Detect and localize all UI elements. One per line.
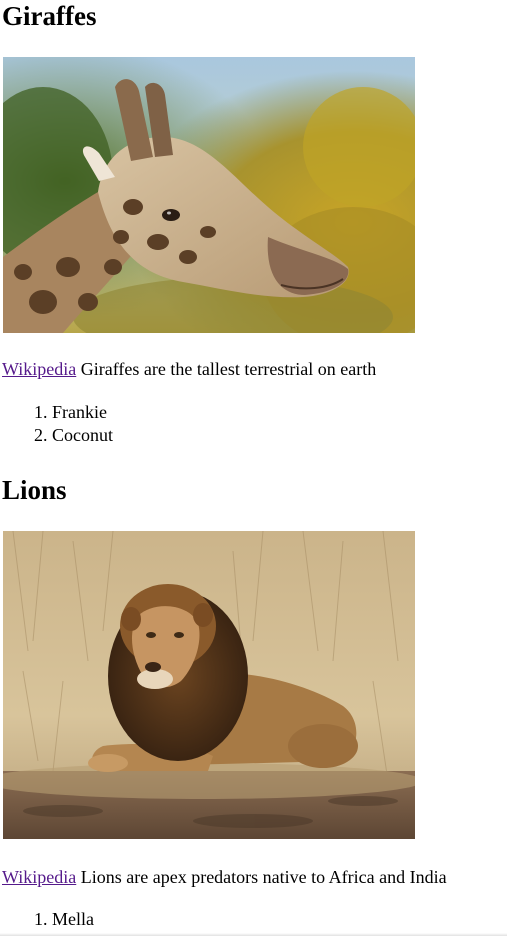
- lions-description-line: Wikipedia Lions are apex predators nativ…: [2, 866, 447, 888]
- giraffe-photo: [3, 57, 415, 333]
- giraffes-name-list: Frankie Coconut: [2, 401, 113, 447]
- giraffes-description: Giraffes are the tallest terrestrial on …: [80, 359, 377, 379]
- list-item: Mella: [52, 908, 94, 931]
- section-title-lions: Lions: [2, 475, 67, 505]
- list-item: Frankie: [52, 401, 113, 424]
- wikipedia-link-giraffes[interactable]: Wikipedia: [2, 359, 76, 379]
- giraffes-description-line: Wikipedia Giraffes are the tallest terre…: [2, 358, 376, 380]
- lions-description: Lions are apex predators native to Afric…: [80, 867, 447, 887]
- lion-photo: [3, 531, 415, 839]
- list-item: Coconut: [52, 424, 113, 447]
- section-title-giraffes: Giraffes: [2, 1, 97, 31]
- wikipedia-link-lions[interactable]: Wikipedia: [2, 867, 76, 887]
- lions-name-list: Mella: [2, 908, 94, 931]
